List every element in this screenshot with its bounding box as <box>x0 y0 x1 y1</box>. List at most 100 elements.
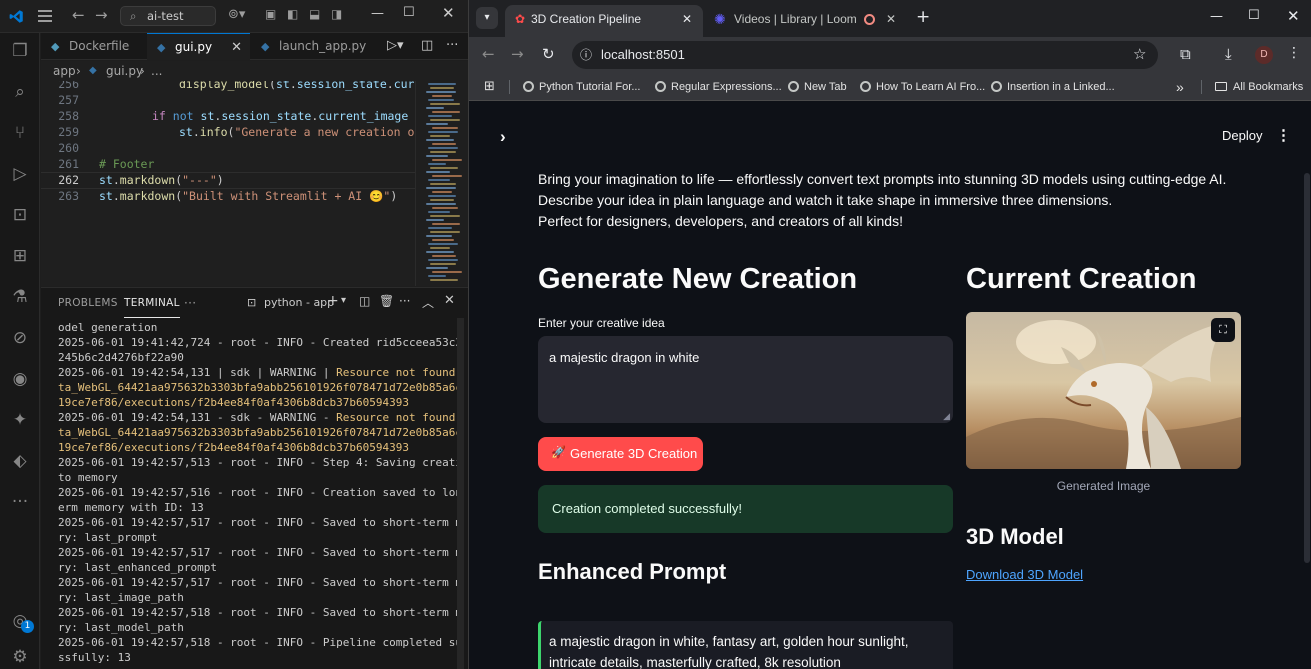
all-bookmarks[interactable]: All Bookmarks <box>1215 73 1303 101</box>
fullscreen-button[interactable]: ⛶ <box>1211 318 1235 342</box>
browser-tab-creation-pipeline[interactable]: ✿ 3D Creation Pipeline ✕ <box>505 5 703 37</box>
tab-problems[interactable]: PROBLEMS <box>58 288 118 318</box>
reload-icon[interactable]: ↻ <box>542 45 555 63</box>
close-tab-icon[interactable]: ✕ <box>231 34 242 61</box>
bookmark-learn-ai[interactable]: How To Learn AI Fro... <box>860 73 985 101</box>
split-terminal-icon[interactable]: ◫ <box>359 294 370 308</box>
more-bookmarks-chevron[interactable]: » <box>1176 73 1184 101</box>
profile-avatar[interactable]: D <box>1255 46 1273 64</box>
terminal-line: erm memory with ID: 13 <box>58 500 458 515</box>
apps-grid-icon[interactable]: ⊞ <box>484 79 495 94</box>
deploy-button[interactable]: Deploy <box>1222 128 1262 143</box>
generate-button-label: Generate 3D Creation <box>570 446 698 461</box>
bookmark-star-icon[interactable]: ☆ <box>1133 45 1146 63</box>
forward-arrow-icon[interactable]: → <box>95 6 108 24</box>
breadcrumb-more[interactable]: ... <box>151 61 162 81</box>
remote-explorer-icon[interactable]: ⊡ <box>8 203 32 227</box>
close-panel-icon[interactable]: ✕ <box>444 293 455 308</box>
maximize-panel-icon[interactable]: ︿ <box>422 294 434 311</box>
tab-search-button[interactable]: ▾ <box>476 7 498 29</box>
resize-handle-icon[interactable]: ◢ <box>943 411 950 422</box>
kill-terminal-icon[interactable]: 🗑 <box>379 294 394 308</box>
toggle-panel-icon[interactable]: ⬓ <box>309 7 320 21</box>
more-icon[interactable]: ··· <box>8 490 32 514</box>
browser-menu-icon[interactable]: ⋮ <box>1287 45 1301 61</box>
panel-more-button[interactable]: ··· <box>184 288 196 318</box>
menu-icon[interactable] <box>38 9 52 23</box>
explorer-icon[interactable]: ❐ <box>8 39 32 63</box>
tab-dockerfile[interactable]: ◆ Dockerfile <box>41 33 146 60</box>
run-debug-icon[interactable]: ▷ <box>8 162 32 186</box>
address-bar[interactable]: ⓘ localhost:8501 ☆ <box>572 41 1158 69</box>
maximize-icon[interactable]: ☐ <box>403 5 415 20</box>
breadcrumb-file[interactable]: gui.py <box>106 61 143 81</box>
close-tab-icon[interactable]: ✕ <box>886 5 896 33</box>
terminal-output[interactable]: odel generation 2025-06-01 19:41:42,724 -… <box>58 320 458 669</box>
creative-idea-textarea[interactable]: a majestic dragon in white ◢ <box>538 336 953 423</box>
back-arrow-icon[interactable]: ← <box>72 6 85 24</box>
browser-tab-loom[interactable]: ✺ Videos | Library | Loom ✕ <box>706 5 902 37</box>
tab-launch-app-py[interactable]: ◆ launch_app.py <box>251 33 371 60</box>
toggle-sidebar-icon[interactable]: ◧ <box>287 7 298 21</box>
chevron-down-icon[interactable]: ▾ <box>341 295 346 306</box>
copilot-chat-icon[interactable]: ✦ <box>8 408 32 432</box>
command-center-search[interactable]: ⌕ ai-test <box>120 6 216 26</box>
split-editor-icon[interactable]: ◫ <box>421 38 433 53</box>
bookmark-python-tutorial[interactable]: Python Tutorial For... <box>523 73 641 101</box>
minimap-line <box>432 191 452 193</box>
new-terminal-icon[interactable]: + <box>327 293 339 309</box>
close-icon[interactable]: ✕ <box>442 4 455 22</box>
settings-gear-icon[interactable]: ⚙ <box>8 645 32 669</box>
new-tab-icon[interactable]: + <box>916 7 930 27</box>
terminal-text: 2025-06-01 19:42:57,517 - root - INFO - … <box>58 576 458 589</box>
github-icon[interactable]: ◉ <box>8 367 32 391</box>
recording-icon <box>864 14 875 25</box>
minimize-icon[interactable]: — <box>1210 9 1223 24</box>
terminal-text: 2025-06-01 19:42:57,518 - root - INFO - … <box>58 636 458 649</box>
success-alert: Creation completed successfully! <box>538 485 953 533</box>
search-icon[interactable]: ⌕ <box>8 80 32 104</box>
git-graph-icon[interactable]: ⊘ <box>8 326 32 350</box>
run-python-icon[interactable]: ▷▾ <box>387 38 404 53</box>
bookmark-new-tab[interactable]: New Tab <box>788 73 847 101</box>
extensions-icon[interactable]: ⧉ <box>1180 45 1191 63</box>
more-actions-icon[interactable]: ··· <box>446 38 458 53</box>
bookmark-regular-expressions[interactable]: Regular Expressions... <box>655 73 782 101</box>
maximize-icon[interactable]: ☐ <box>1248 8 1260 23</box>
generated-image[interactable]: ⛶ <box>966 312 1241 469</box>
minimap[interactable] <box>415 81 468 286</box>
tab-gui-py[interactable]: ◆ gui.py ✕ <box>147 33 250 60</box>
terminal-scrollbar[interactable] <box>457 318 464 669</box>
forward-arrow-icon[interactable]: → <box>511 45 524 63</box>
main-menu-icon[interactable]: ⋮ <box>1276 126 1291 144</box>
testing-icon[interactable]: ⚗ <box>8 285 32 309</box>
extensions-icon[interactable]: ⊞ <box>8 244 32 268</box>
docker-icon[interactable]: ⬖ <box>8 449 32 473</box>
app-scrollbar[interactable] <box>1304 173 1310 563</box>
download-3d-model-link[interactable]: Download 3D Model <box>966 567 1083 582</box>
breadcrumb-folder[interactable]: app <box>53 61 76 81</box>
minimap-line <box>432 239 454 241</box>
minimap-line <box>426 123 448 125</box>
source-control-icon[interactable]: ⑂ <box>8 121 32 145</box>
layout-icon[interactable]: ▣ <box>265 7 276 21</box>
copilot-icon[interactable]: ⊚▾ <box>228 7 245 22</box>
downloads-icon[interactable]: ⤓ <box>1225 45 1232 63</box>
globe-icon <box>655 81 666 92</box>
enhanced-prompt-text: a majestic dragon in white, fantasy art,… <box>549 634 909 669</box>
back-arrow-icon[interactable]: ← <box>482 45 495 63</box>
generate-3d-button[interactable]: 🚀 Generate 3D Creation <box>538 437 703 471</box>
terminal-line: 19ce7ef86/executions/f2b4ee84f0af4306b8d… <box>58 440 458 455</box>
minimize-icon[interactable]: — <box>371 6 384 21</box>
toggle-secondary-sidebar-icon[interactable]: ◨ <box>331 7 342 21</box>
tab-terminal[interactable]: TERMINAL <box>124 288 180 318</box>
panel-more-icon[interactable]: ··· <box>399 294 410 308</box>
3d-model-heading: 3D Model <box>966 524 1064 549</box>
close-icon[interactable]: ✕ <box>1287 7 1300 25</box>
close-tab-icon[interactable]: ✕ <box>682 5 692 33</box>
expand-sidebar-chevron-icon[interactable]: › <box>500 127 506 147</box>
code-editor[interactable]: 256 display_model(st.session_state.curre… <box>41 81 415 286</box>
terminal-shell-label[interactable]: python - app <box>264 296 334 309</box>
bookmark-linked-list[interactable]: Insertion in a Linked... <box>991 73 1115 101</box>
search-icon: ⌕ <box>130 9 137 23</box>
